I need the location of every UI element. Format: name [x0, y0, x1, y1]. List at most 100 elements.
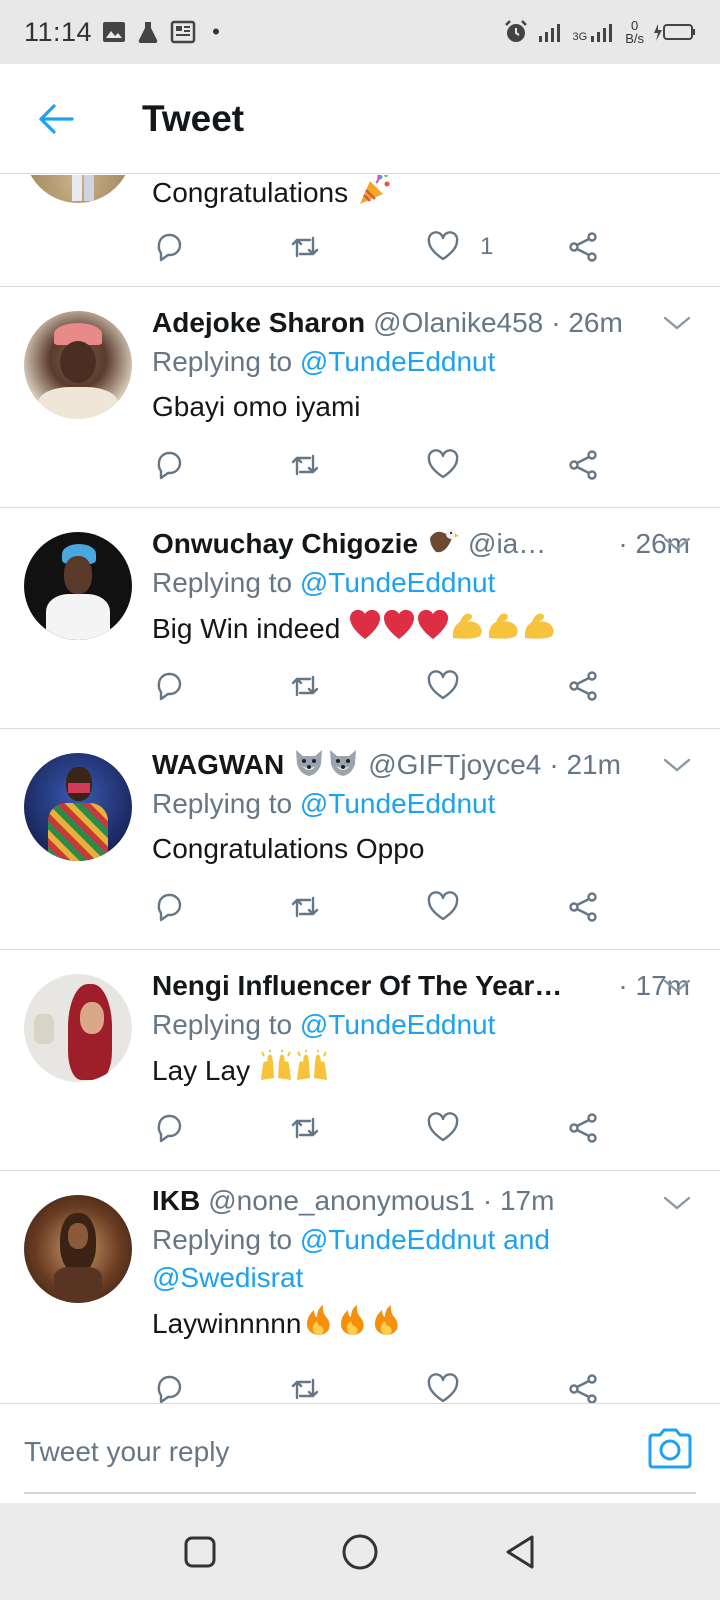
chevron-down-icon[interactable]	[662, 534, 692, 554]
recents-button[interactable]	[175, 1527, 225, 1577]
avatar[interactable]	[24, 311, 132, 419]
chevron-down-icon[interactable]	[662, 755, 692, 775]
signal-icon	[538, 24, 560, 42]
avatar[interactable]	[24, 753, 132, 861]
party-popper-emoji	[356, 175, 392, 218]
like-button[interactable]	[426, 445, 460, 485]
mention-link[interactable]: @TundeEddnut and	[300, 1224, 550, 1255]
tweet-actions	[152, 1108, 622, 1148]
avatar[interactable]	[24, 532, 132, 640]
tweet-item[interactable]: Nengi Influencer Of The Year… · 17m Repl…	[0, 950, 720, 1171]
tweet-time: · 21m	[549, 749, 621, 780]
retweet-icon	[291, 896, 319, 918]
tweet-text: Lay Lay	[152, 1050, 690, 1095]
share-icon	[569, 450, 597, 480]
reply-button[interactable]	[152, 227, 186, 267]
eagle-emoji	[426, 524, 460, 565]
home-button[interactable]	[335, 1527, 385, 1577]
retweet-icon	[291, 236, 319, 258]
system-nav-bar	[0, 1503, 720, 1600]
tweet-text: Congratulations Oppo	[152, 833, 425, 864]
retweet-button[interactable]	[288, 666, 322, 706]
reply-button[interactable]	[152, 445, 186, 485]
avatar[interactable]	[24, 1195, 132, 1303]
share-button[interactable]	[566, 1369, 600, 1403]
share-icon	[569, 1374, 597, 1403]
share-button[interactable]	[566, 887, 600, 927]
mention-link[interactable]: @TundeEddnut	[300, 1009, 496, 1040]
tweet-header: Nengi Influencer Of The Year… · 17m	[152, 966, 690, 1006]
status-time: 11:14	[24, 16, 93, 47]
retweet-button[interactable]	[288, 1108, 322, 1148]
mention-link[interactable]: @TundeEddnut	[300, 346, 496, 377]
avatar[interactable]	[24, 974, 132, 1082]
author-handle: @Olanike458	[373, 307, 544, 338]
share-button[interactable]	[566, 227, 600, 267]
input-underline	[24, 1492, 696, 1494]
reply-icon	[157, 451, 182, 480]
tweet-item[interactable]: Onwuchay Chigozie @ia… · 26m Replying to…	[0, 508, 720, 729]
like-button[interactable]	[426, 666, 460, 706]
tweet-time: · 26m	[551, 307, 623, 338]
mention-link[interactable]: @Swedisrat	[152, 1262, 303, 1293]
camera-button[interactable]	[646, 1426, 694, 1474]
back-button[interactable]	[26, 89, 86, 149]
tweet-item[interactable]: Adejoke Sharon @Olanike458 · 26m Replyin…	[0, 287, 720, 508]
image-icon	[103, 22, 126, 42]
page-title: Tweet	[142, 97, 245, 139]
author-name[interactable]: WAGWAN	[152, 749, 284, 781]
like-button[interactable]	[426, 887, 460, 927]
share-button[interactable]	[566, 445, 600, 485]
heart-icon	[427, 449, 459, 479]
replying-to-line: Replying to @TundeEddnut	[152, 346, 496, 377]
raising-hands-emoji	[294, 1050, 330, 1095]
author-name[interactable]: Onwuchay Chigozie	[152, 528, 418, 560]
wolf-emoji	[292, 746, 326, 785]
data-speed: 0 B/s	[625, 18, 644, 46]
reply-button[interactable]	[152, 1108, 186, 1148]
author-handle: @GIFTjoyce4	[368, 749, 542, 780]
signal-icon-2	[591, 24, 613, 42]
share-button[interactable]	[566, 1108, 600, 1148]
like-button[interactable]	[426, 1108, 460, 1148]
chevron-down-icon[interactable]	[662, 976, 692, 996]
author-name[interactable]: IKB	[152, 1185, 200, 1217]
avatar[interactable]	[24, 175, 132, 203]
retweet-icon	[291, 1378, 319, 1400]
chevron-down-icon[interactable]	[662, 1193, 692, 1213]
tweet-item[interactable]: WAGWAN @GIFTjoyce4 · 21m Replying to @Tu…	[0, 729, 720, 950]
network-type-label: 3G	[572, 31, 588, 43]
mention-link[interactable]: @TundeEddnut	[300, 567, 496, 598]
author-name[interactable]: Adejoke Sharon	[152, 307, 365, 339]
chevron-down-icon[interactable]	[662, 313, 692, 333]
replies-feed[interactable]: Congratulations 1 Adejoke Sharon @Olanik…	[0, 175, 720, 1403]
retweet-button[interactable]	[288, 227, 322, 267]
tweet-item[interactable]: Congratulations 1	[0, 175, 720, 287]
tweet-item[interactable]: IKB @none_anonymous1 · 17m Replying to @…	[0, 1171, 720, 1403]
mention-link[interactable]: @TundeEddnut	[300, 788, 496, 819]
back-nav-button[interactable]	[495, 1527, 545, 1577]
reply-icon	[157, 1114, 182, 1143]
reply-button[interactable]	[152, 887, 186, 927]
retweet-button[interactable]	[288, 887, 322, 927]
tweet-text: Laywinnnnn	[152, 1303, 690, 1348]
author-name[interactable]: Nengi Influencer Of The Year…	[152, 970, 562, 1002]
retweet-button[interactable]	[288, 445, 322, 485]
triangle-back-icon	[506, 1535, 534, 1568]
share-button[interactable]	[566, 666, 600, 706]
heart-icon	[427, 891, 459, 921]
share-icon	[569, 1113, 597, 1143]
fire-emoji	[301, 1303, 335, 1348]
reply-button[interactable]	[152, 1369, 186, 1403]
replying-to-line: Replying to @TundeEddnut and @Swedisrat	[152, 1224, 550, 1293]
replying-to-line: Replying to @TundeEddnut	[152, 567, 496, 598]
retweet-button[interactable]	[288, 1369, 322, 1403]
heart-emoji	[348, 608, 382, 653]
reply-input[interactable]	[24, 1424, 584, 1480]
camera-icon	[648, 1428, 692, 1469]
like-button[interactable]: 1	[426, 227, 493, 267]
raising-hands-emoji	[258, 1050, 294, 1095]
like-button[interactable]	[426, 1369, 460, 1403]
share-icon	[569, 671, 597, 701]
reply-button[interactable]	[152, 666, 186, 706]
